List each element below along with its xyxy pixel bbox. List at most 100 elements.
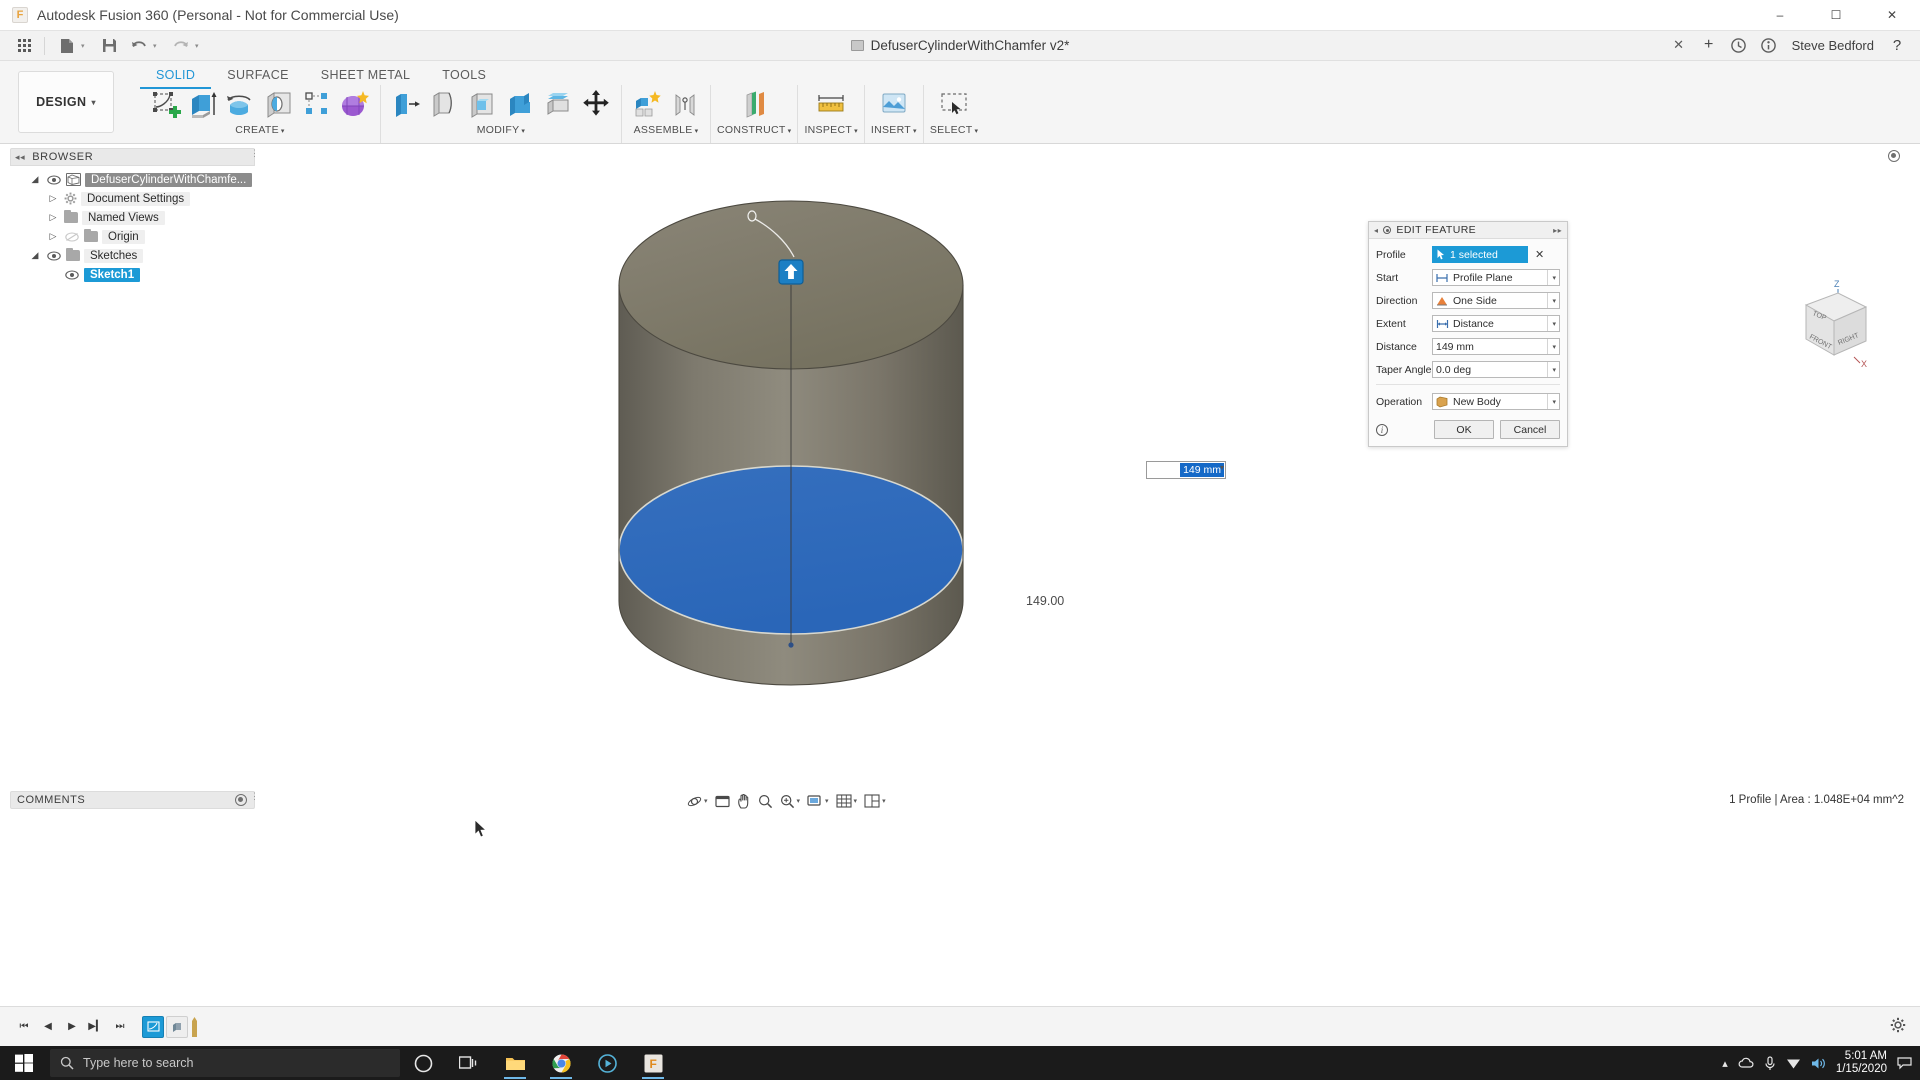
tab-tools[interactable]: TOOLS: [426, 66, 502, 87]
timeline-first-button[interactable]: ⏮: [12, 1015, 36, 1039]
document-tab[interactable]: DefuserCylinderWithChamfer v2*: [850, 38, 1069, 53]
windows-start-icon[interactable]: [0, 1046, 48, 1080]
notification-icon[interactable]: [1897, 1056, 1912, 1070]
clock[interactable]: 5:01 AM 1/15/2020: [1836, 1050, 1887, 1076]
grid-snaps-icon[interactable]: ▾: [833, 791, 861, 811]
form-icon[interactable]: [338, 87, 372, 123]
tree-item-sketches[interactable]: ◢ Sketches: [10, 246, 255, 265]
extent-dropdown[interactable]: Distance ▾: [1432, 315, 1560, 332]
chevron-down-icon[interactable]: ▾: [854, 797, 858, 805]
construct-group-label[interactable]: CONSTRUCT ▾: [717, 124, 791, 136]
tree-item-document-settings[interactable]: ▷ Document Settings: [10, 189, 255, 208]
tree-item-sketch1[interactable]: Sketch1: [10, 265, 255, 284]
dimension-input-value[interactable]: 149 mm: [1180, 463, 1224, 477]
extrude-icon[interactable]: [186, 87, 220, 123]
chevron-down-icon[interactable]: ▾: [1547, 339, 1556, 354]
move-copy-icon[interactable]: [579, 87, 613, 123]
dimension-input-caret[interactable]: ▾: [1220, 463, 1224, 472]
dialog-dock-left-icon[interactable]: ◂: [1374, 226, 1378, 235]
workspace-selector[interactable]: DESIGN ▾: [18, 71, 114, 133]
comments-panel-header[interactable]: COMMENTS: [10, 791, 255, 809]
expander-icon[interactable]: ▷: [46, 212, 60, 223]
cortana-icon[interactable]: [400, 1046, 446, 1080]
visibility-eye-icon[interactable]: [46, 174, 62, 185]
visibility-eye-off-icon[interactable]: [64, 231, 80, 242]
chevron-down-icon[interactable]: ▾: [1547, 293, 1556, 308]
tab-surface[interactable]: SURFACE: [211, 66, 305, 87]
clear-selection-icon[interactable]: ✕: [1535, 248, 1544, 261]
3d-viewport[interactable]: 149.00 149 mm ▾ Z X TOP FRONT RIGHT: [258, 145, 1920, 888]
undo-icon[interactable]: [125, 33, 153, 59]
task-view-icon[interactable]: [446, 1046, 492, 1080]
user-name-label[interactable]: Steve Bedford: [1792, 38, 1874, 53]
redo-caret[interactable]: ▾: [195, 42, 207, 50]
offset-face-icon[interactable]: [541, 87, 575, 123]
chevron-down-icon[interactable]: ▾: [704, 797, 708, 805]
profile-selection-badge[interactable]: 1 selected: [1432, 246, 1528, 263]
timeline-play-button[interactable]: ▶: [60, 1015, 84, 1039]
network-icon[interactable]: [1786, 1057, 1801, 1070]
notifications-icon[interactable]: [1754, 32, 1784, 58]
insert-mcmaster-icon[interactable]: [877, 87, 911, 123]
pattern-icon[interactable]: [300, 87, 334, 123]
visibility-eye-icon[interactable]: [64, 269, 80, 280]
file-explorer-icon[interactable]: [492, 1046, 538, 1080]
start-dropdown[interactable]: Profile Plane ▾: [1432, 269, 1560, 286]
create-group-label[interactable]: CREATE ▾: [235, 124, 284, 136]
modify-group-label[interactable]: MODIFY ▾: [477, 124, 525, 136]
timeline-node-extrude1[interactable]: [166, 1015, 188, 1038]
timeline-marker[interactable]: [190, 1016, 198, 1038]
tree-item-named-views[interactable]: ▷ Named Views: [10, 208, 255, 227]
media-player-icon[interactable]: [584, 1046, 630, 1080]
undo-caret[interactable]: ▾: [153, 42, 165, 50]
zoom-icon[interactable]: [755, 791, 776, 811]
view-cube[interactable]: Z X TOP FRONT RIGHT: [1754, 275, 1872, 383]
volume-icon[interactable]: [1811, 1057, 1826, 1070]
expander-icon[interactable]: ◢: [28, 174, 42, 185]
chevron-down-icon[interactable]: ▾: [1547, 270, 1556, 285]
timeline-last-button[interactable]: ⏭: [108, 1015, 132, 1039]
redo-icon[interactable]: [167, 33, 195, 59]
minimize-button[interactable]: –: [1752, 0, 1808, 31]
timeline-settings-icon[interactable]: [1890, 1017, 1906, 1037]
comments-resize-grip[interactable]: ⋮: [250, 791, 259, 809]
chrome-icon[interactable]: [538, 1046, 584, 1080]
new-document-icon[interactable]: [53, 33, 81, 59]
search-input[interactable]: Type here to search: [50, 1049, 400, 1077]
measure-icon[interactable]: [814, 87, 848, 123]
chevron-down-icon[interactable]: ▾: [882, 797, 886, 805]
orbit-icon[interactable]: ▾: [684, 791, 711, 811]
fusion360-taskbar-icon[interactable]: F: [630, 1046, 676, 1080]
ok-button[interactable]: OK: [1434, 420, 1494, 439]
chevron-down-icon[interactable]: ▾: [1547, 316, 1556, 331]
tree-item-origin[interactable]: ▷ Origin: [10, 227, 255, 246]
chevron-down-icon[interactable]: ▾: [825, 797, 829, 805]
onedrive-icon[interactable]: [1738, 1057, 1754, 1069]
select-icon[interactable]: [937, 87, 971, 123]
dimension-input-box[interactable]: 149 mm: [1146, 461, 1226, 479]
pan-window-icon[interactable]: [712, 791, 733, 811]
direction-dropdown[interactable]: One Side ▾: [1432, 292, 1560, 309]
close-document-button[interactable]: ✕: [1664, 32, 1694, 58]
combine-icon[interactable]: [503, 87, 537, 123]
assemble-group-label[interactable]: ASSEMBLE ▾: [634, 124, 699, 136]
expander-icon[interactable]: ▷: [46, 193, 60, 204]
jobs-status-icon[interactable]: [1724, 32, 1754, 58]
visibility-eye-icon[interactable]: [46, 250, 62, 261]
distance-input[interactable]: 149 mm ▾: [1432, 338, 1560, 355]
fillet-icon[interactable]: [427, 87, 461, 123]
browser-resize-grip[interactable]: ⋮: [250, 148, 259, 166]
inspect-group-label[interactable]: INSPECT ▾: [804, 124, 857, 136]
hole-icon[interactable]: [262, 87, 296, 123]
timeline-node-sketch1[interactable]: [142, 1015, 164, 1038]
zoom-fit-icon[interactable]: ▾: [777, 791, 804, 811]
revolve-icon[interactable]: [224, 87, 258, 123]
save-icon[interactable]: [95, 33, 123, 59]
collapse-icon[interactable]: ◂◂: [15, 152, 25, 163]
dialog-collapse-icon[interactable]: ▸▸: [1553, 226, 1562, 235]
operation-dropdown[interactable]: New Body ▾: [1432, 393, 1560, 410]
maximize-button[interactable]: ☐: [1808, 0, 1864, 31]
chevron-down-icon[interactable]: ▾: [1547, 362, 1556, 377]
new-document-tab-button[interactable]: +: [1694, 32, 1724, 58]
taper-angle-input[interactable]: 0.0 deg ▾: [1432, 361, 1560, 378]
